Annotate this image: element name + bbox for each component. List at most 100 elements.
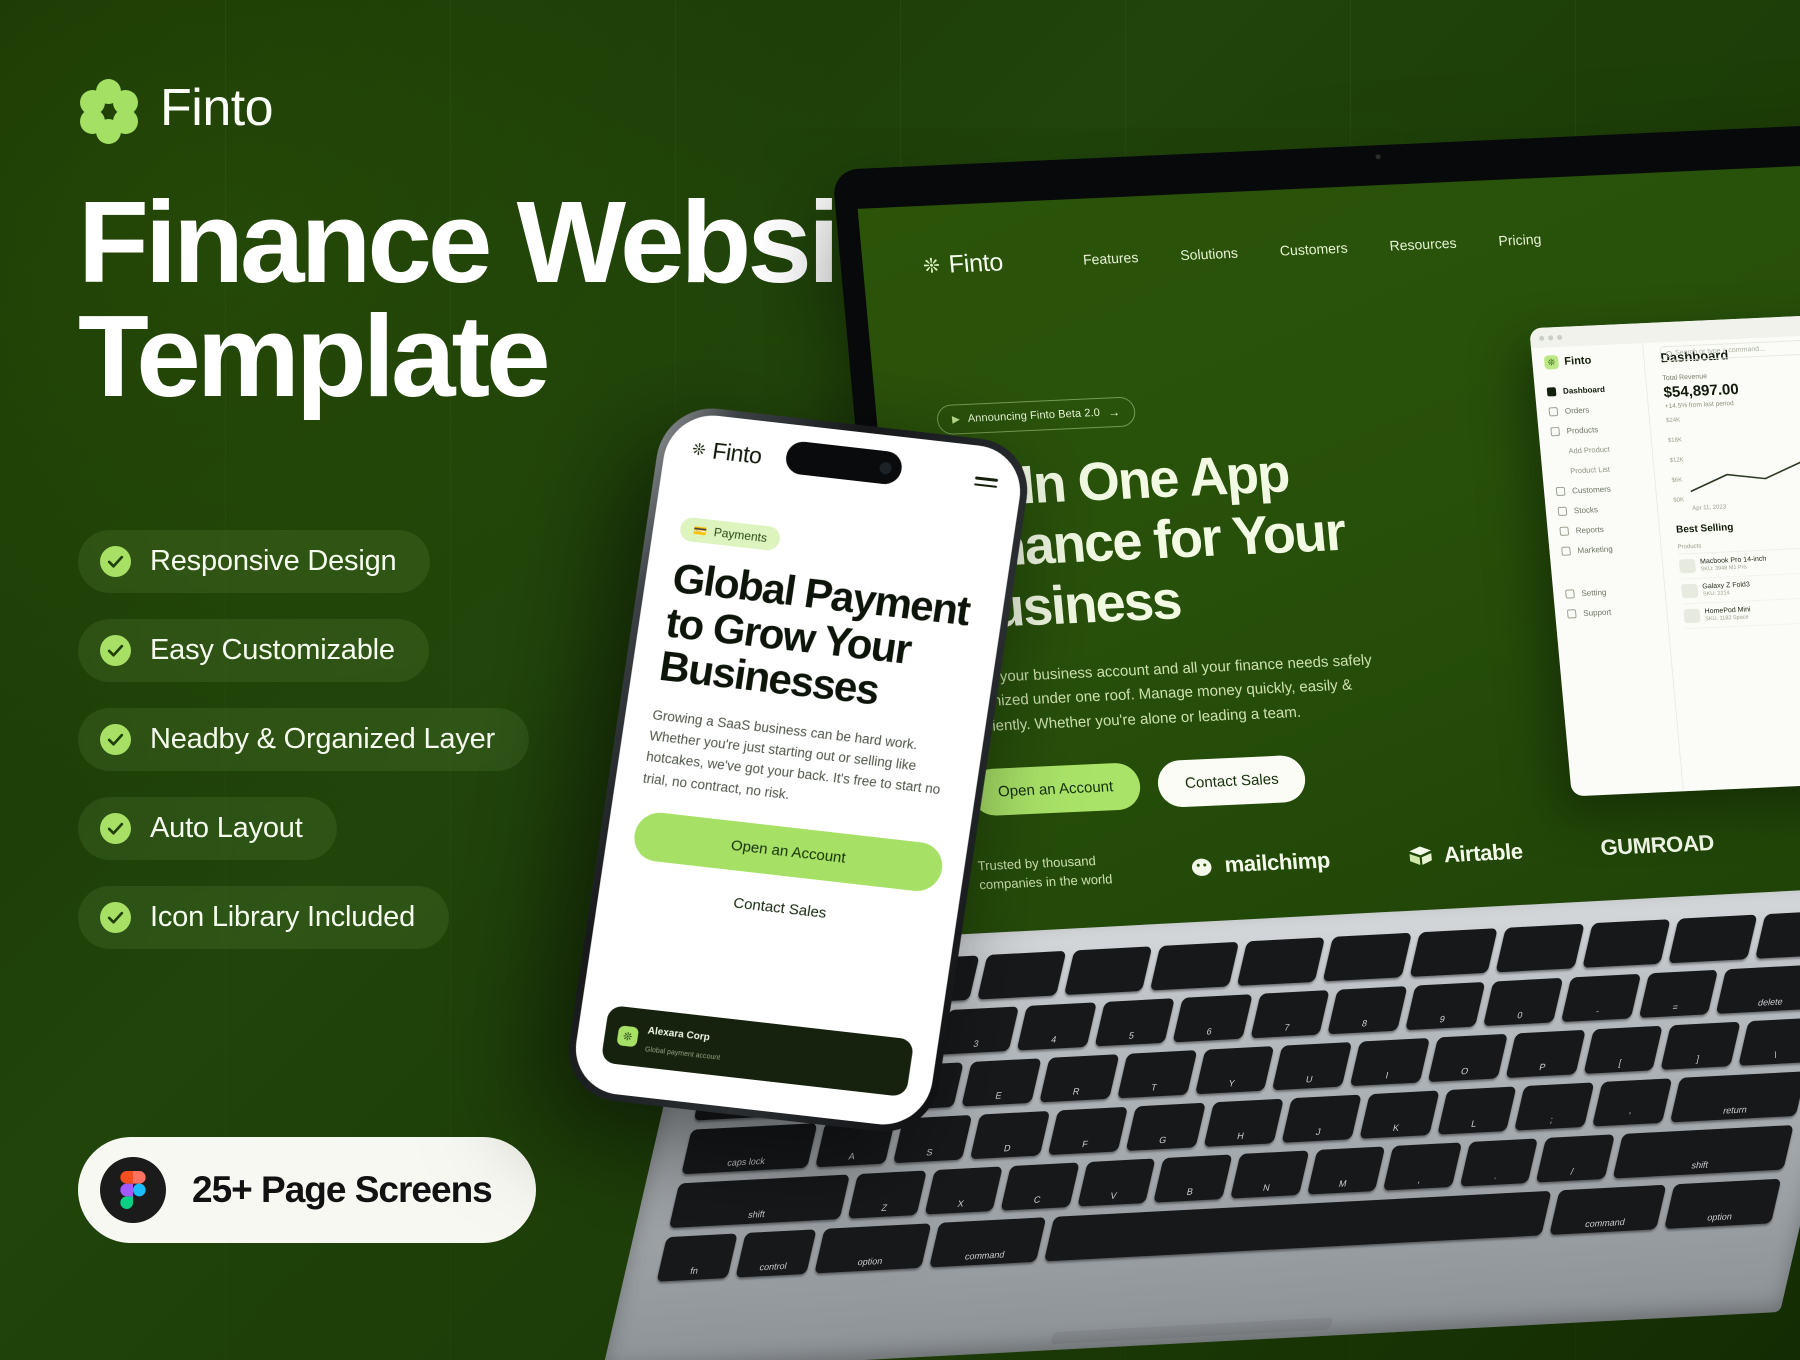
key-backslash[interactable]: \: [1738, 1017, 1800, 1066]
key-comma[interactable]: ,: [1382, 1142, 1462, 1191]
key-f11[interactable]: [1668, 914, 1758, 964]
key-option-right[interactable]: option: [1664, 1178, 1782, 1229]
key-6[interactable]: 6: [1172, 994, 1253, 1043]
key-control[interactable]: control: [735, 1229, 817, 1278]
key-k[interactable]: K: [1359, 1090, 1440, 1139]
nav-item-pricing[interactable]: Pricing: [1498, 230, 1542, 248]
sidebar-item-reports[interactable]: Reports: [1559, 523, 1649, 536]
key-y[interactable]: Y: [1194, 1046, 1275, 1095]
announcement-text: Announcing Finto Beta 2.0: [967, 406, 1101, 425]
key-f9[interactable]: [1495, 923, 1585, 973]
key-l[interactable]: L: [1436, 1086, 1517, 1135]
key-g[interactable]: G: [1125, 1102, 1206, 1151]
nav-item-customers[interactable]: Customers: [1279, 239, 1348, 258]
phone-account-card[interactable]: ❊ Alexara Corp Global payment account: [600, 1004, 915, 1098]
hamburger-icon[interactable]: [974, 476, 999, 488]
sidebar-item-support[interactable]: Support: [1566, 606, 1657, 619]
feature-pill-responsive-design[interactable]: Responsive Design: [78, 530, 431, 593]
feature-pill-icon-library[interactable]: Icon Library Included: [78, 886, 450, 949]
key-slash[interactable]: /: [1535, 1134, 1615, 1183]
key-j[interactable]: J: [1281, 1094, 1362, 1143]
key-caps-lock[interactable]: caps lock: [681, 1123, 818, 1175]
key-t[interactable]: T: [1116, 1050, 1197, 1099]
key-7[interactable]: 7: [1249, 990, 1330, 1039]
key-quote[interactable]: ': [1592, 1078, 1673, 1127]
best-selling-title: Best Selling: [1675, 522, 1734, 536]
figma-page-screens-badge[interactable]: 25+ Page Screens: [78, 1137, 536, 1243]
feature-pill-organized-layer[interactable]: Neadby & Organized Layer: [78, 708, 530, 771]
announcement-banner[interactable]: ▶ Announcing Finto Beta 2.0 →: [935, 396, 1137, 436]
key-fn[interactable]: fn: [656, 1233, 738, 1282]
sidebar-item-customers[interactable]: Customers: [1555, 483, 1646, 497]
key-period[interactable]: .: [1459, 1138, 1539, 1187]
partner-logos: mailchimp Airtable GUMROAD: [1187, 830, 1715, 880]
contact-sales-button[interactable]: Contact Sales: [1156, 754, 1308, 809]
key-8[interactable]: 8: [1327, 986, 1408, 1035]
key-n[interactable]: N: [1230, 1150, 1309, 1199]
nav-item-solutions[interactable]: Solutions: [1179, 244, 1238, 263]
key-x[interactable]: X: [924, 1166, 1004, 1215]
key-bracket-right[interactable]: ]: [1660, 1021, 1741, 1070]
nav-item-features[interactable]: Features: [1082, 249, 1139, 267]
key-return[interactable]: return: [1670, 1071, 1800, 1123]
key-f8[interactable]: [1409, 928, 1498, 977]
sidebar-item-label: Stocks: [1573, 505, 1599, 516]
sidebar-item-products[interactable]: Products: [1550, 423, 1640, 437]
sidebar-item-orders[interactable]: Orders: [1548, 403, 1638, 417]
key-f[interactable]: F: [1048, 1106, 1129, 1156]
sidebar-item-stocks[interactable]: Stocks: [1557, 503, 1648, 517]
brand-lockup: Finto: [80, 78, 274, 144]
check-circle-icon: [100, 635, 131, 666]
key-u[interactable]: U: [1272, 1041, 1353, 1091]
key-v[interactable]: V: [1077, 1158, 1156, 1207]
sidebar-item-marketing[interactable]: Marketing: [1561, 543, 1651, 556]
key-equals[interactable]: =: [1638, 969, 1719, 1018]
feature-pill-easy-customizable[interactable]: Easy Customizable: [78, 619, 429, 682]
key-p[interactable]: P: [1505, 1029, 1586, 1079]
sidebar-item-product-list[interactable]: Product List: [1554, 463, 1644, 476]
key-shift-left[interactable]: shift: [668, 1174, 851, 1229]
phone-hero-paragraph: Growing a SaaS business can be hard work…: [642, 706, 942, 802]
key-o[interactable]: O: [1427, 1033, 1508, 1083]
key-i[interactable]: I: [1350, 1037, 1431, 1087]
key-m[interactable]: M: [1306, 1146, 1386, 1195]
key-3[interactable]: 3: [939, 1006, 1020, 1055]
key-5[interactable]: 5: [1094, 998, 1175, 1047]
key-b[interactable]: B: [1153, 1154, 1233, 1203]
key-c[interactable]: C: [1000, 1162, 1080, 1211]
sidebar-item-dashboard[interactable]: Dashboard: [1546, 384, 1637, 397]
key-f12[interactable]: [1754, 910, 1800, 959]
sidebar-item-add-product[interactable]: Add Product: [1552, 443, 1642, 456]
y-tick: $6K: [1671, 477, 1683, 484]
key-r[interactable]: R: [1039, 1054, 1120, 1103]
key-0[interactable]: 0: [1483, 977, 1564, 1027]
key-option-left[interactable]: option: [814, 1223, 932, 1274]
key-9[interactable]: 9: [1405, 981, 1486, 1031]
partner-name: mailchimp: [1223, 847, 1331, 878]
key-command-left[interactable]: command: [929, 1217, 1047, 1268]
key-f10[interactable]: [1582, 919, 1671, 968]
key-4[interactable]: 4: [1016, 1002, 1097, 1051]
phone-logo[interactable]: ❊ Finto: [690, 435, 763, 470]
key-d[interactable]: D: [970, 1110, 1051, 1160]
key-e[interactable]: E: [961, 1058, 1042, 1107]
key-f7[interactable]: [1322, 932, 1412, 982]
nav-item-resources[interactable]: Resources: [1389, 234, 1457, 253]
open-account-button[interactable]: Open an Account: [968, 762, 1143, 817]
key-f3[interactable]: [977, 950, 1067, 1000]
trusted-by-text: Trusted by thousand companies in the wor…: [977, 853, 1114, 893]
feature-pill-auto-layout[interactable]: Auto Layout: [78, 797, 337, 860]
key-delete[interactable]: delete: [1716, 963, 1800, 1014]
key-command-right[interactable]: command: [1549, 1184, 1667, 1235]
key-z[interactable]: Z: [847, 1170, 927, 1219]
sidebar-item-setting[interactable]: Setting: [1565, 586, 1655, 599]
site-logo[interactable]: ❊ Finto: [922, 248, 1004, 281]
key-h[interactable]: H: [1203, 1098, 1284, 1147]
key-f5[interactable]: [1150, 941, 1239, 991]
key-minus[interactable]: -: [1560, 973, 1641, 1023]
key-f6[interactable]: [1236, 937, 1326, 986]
key-f4[interactable]: [1063, 946, 1153, 996]
key-bracket-left[interactable]: [: [1583, 1025, 1664, 1074]
key-semicolon[interactable]: ;: [1514, 1082, 1595, 1131]
key-shift-right[interactable]: shift: [1612, 1125, 1794, 1179]
